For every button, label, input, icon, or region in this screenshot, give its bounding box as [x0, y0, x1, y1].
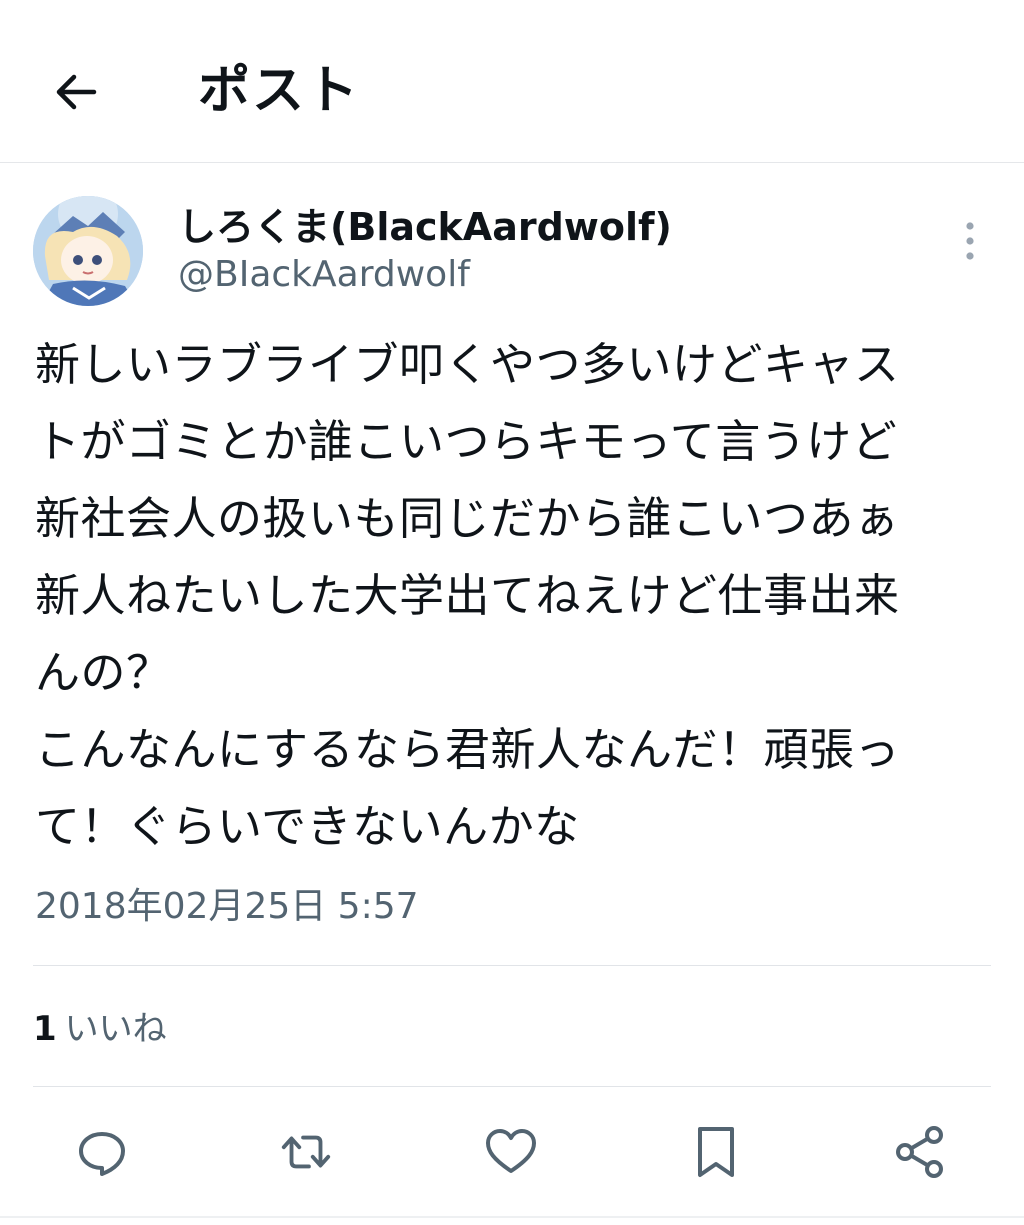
- divider: [33, 965, 991, 966]
- likes-label: いいね: [64, 1009, 167, 1049]
- tweet-timestamp[interactable]: 2018年02月25日 5:57: [35, 883, 419, 931]
- likes-count: 1: [33, 1009, 57, 1049]
- tweet-text-line: 新しいラブライブ叩くやつ多いけどキャス: [35, 338, 900, 391]
- tweet-text-line: んの？: [35, 646, 172, 699]
- bottom-divider: [0, 1216, 1024, 1218]
- tweet-text-line: トがゴミとか誰こいつらキモって言うけど: [35, 415, 898, 468]
- back-button[interactable]: [44, 60, 108, 124]
- more-options-button[interactable]: [950, 216, 990, 266]
- avatar-image: [33, 196, 143, 306]
- more-vertical-icon: [966, 222, 974, 260]
- avatar[interactable]: [33, 196, 143, 306]
- divider: [33, 1086, 991, 1087]
- page-title: ポスト: [198, 61, 361, 121]
- share-icon: [896, 1126, 943, 1178]
- likes-stat[interactable]: 1 いいね: [33, 1006, 167, 1052]
- share-button[interactable]: [892, 1124, 948, 1180]
- reply-button[interactable]: [74, 1124, 130, 1180]
- bookmark-icon: [698, 1127, 734, 1177]
- user-handle[interactable]: @BIackAardwolf: [178, 252, 470, 298]
- like-button[interactable]: [483, 1124, 539, 1180]
- reply-icon: [79, 1132, 125, 1176]
- like-icon: [486, 1129, 536, 1173]
- tweet-text-line: て！ぐらいできないんかな: [35, 800, 580, 853]
- repost-button[interactable]: [278, 1124, 334, 1180]
- tweet-text-line: 新人ねたいした大学出てねえけど仕事出来: [35, 569, 900, 622]
- arrow-left-icon: [56, 74, 97, 110]
- display-name[interactable]: しろくま(BlackAardwolf): [178, 203, 672, 251]
- tweet-text-line: 新社会人の扱いも同じだから誰こいつあぁ: [35, 492, 900, 545]
- repost-icon: [281, 1135, 331, 1169]
- tweet-text: 新しいラブライブ叩くやつ多いけどキャス トがゴミとか誰こいつらキモって言うけど …: [35, 326, 985, 865]
- bookmark-button[interactable]: [688, 1124, 744, 1180]
- tweet-text-line: こんなんにするなら君新人なんだ！頑張っ: [35, 723, 900, 776]
- top-bar: ポスト: [0, 0, 1024, 163]
